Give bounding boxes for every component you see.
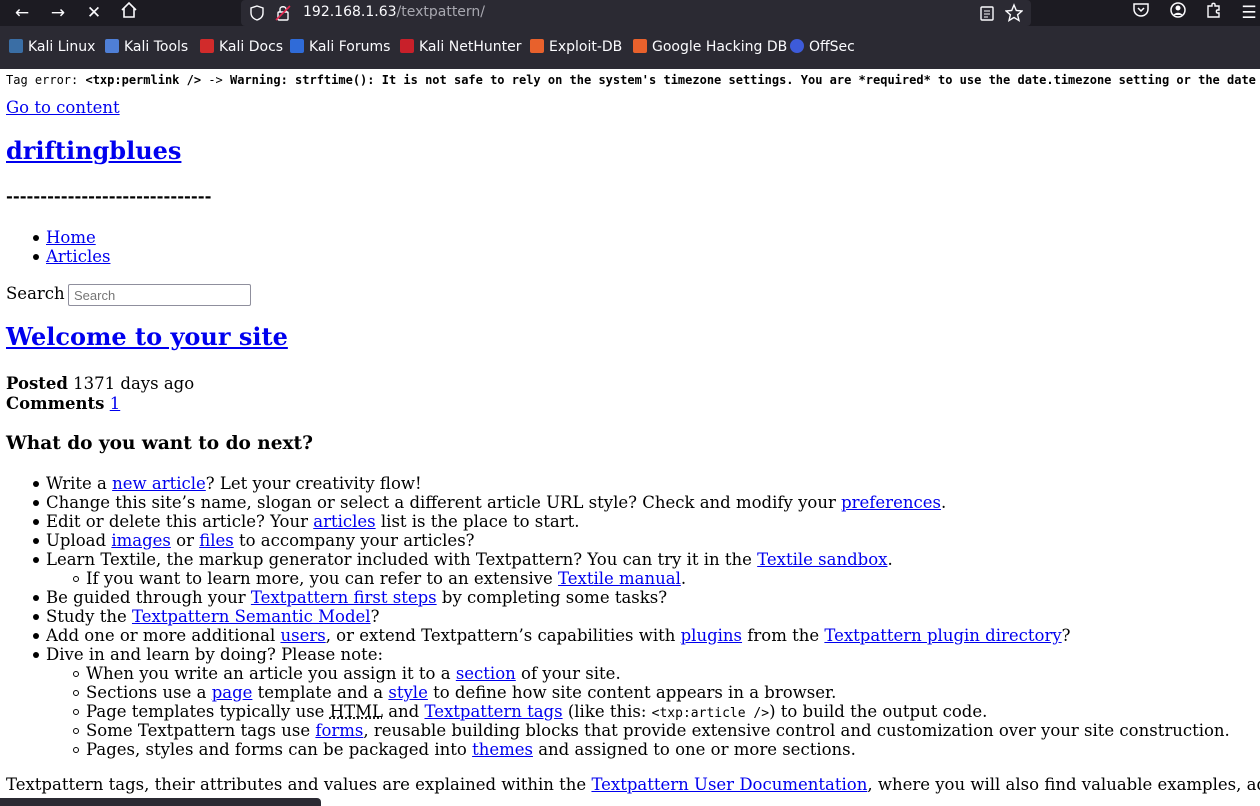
preferences-link[interactable]: preferences (841, 493, 941, 512)
tag-error-message: Tag error: <txp:permlink /> -> Warning: … (6, 73, 1256, 87)
comments-count-link[interactable]: 1 (110, 394, 121, 413)
textile-manual-link[interactable]: Textile manual (558, 569, 681, 588)
list-item: Pages, styles and forms can be packaged … (86, 740, 856, 759)
posted-line: Posted 1371 days ago (6, 374, 194, 393)
list-item: Study the Textpattern Semantic Model? (46, 607, 379, 626)
kali-docs-icon (200, 39, 214, 53)
list-item: Some Textpattern tags use forms, reusabl… (86, 721, 1230, 740)
list-item: Learn Textile, the markup generator incl… (46, 550, 893, 569)
list-item: If you want to learn more, you can refer… (86, 569, 686, 588)
pocket-icon[interactable] (1129, 1, 1153, 25)
plugin-directory-link[interactable]: Textpattern plugin directory (824, 626, 1061, 645)
page-link[interactable]: page (212, 683, 253, 702)
list-item: Upload images or files to accompany your… (46, 531, 475, 550)
bookmark-kali-forums[interactable]: Kali Forums (290, 39, 390, 57)
footer-paragraph: Textpattern tags, their attributes and v… (6, 775, 1260, 794)
skip-to-content-link[interactable]: Go to content (6, 98, 120, 117)
bookmark-exploit-db[interactable]: Exploit-DB (530, 39, 622, 57)
search-label: Search (6, 284, 65, 303)
url-bar[interactable]: 192.168.1.63/textpattern/ (241, 0, 1031, 26)
header-divider: ------------------------------ (6, 187, 211, 206)
stop-loading-icon[interactable]: ✕ (82, 1, 106, 25)
forward-arrow-icon[interactable]: → (46, 1, 70, 25)
themes-link[interactable]: themes (472, 740, 533, 759)
list-item: Sections use a page template and a style… (86, 683, 836, 702)
ghdb-icon (633, 39, 647, 53)
shield-icon[interactable] (249, 4, 265, 22)
bookmark-star-icon[interactable] (1005, 3, 1023, 23)
list-item: Change this site’s name, slogan or selec… (46, 493, 946, 512)
list-item: Page templates typically use HTML and Te… (86, 702, 987, 721)
list-item: Edit or delete this article? Your articl… (46, 512, 579, 531)
reader-view-icon[interactable] (979, 4, 995, 22)
first-steps-link[interactable]: Textpattern first steps (251, 588, 437, 607)
section-link[interactable]: section (456, 664, 516, 683)
kali-dragon-icon (9, 39, 23, 53)
list-item: Dive in and learn by doing? Please note: (46, 645, 383, 664)
extensions-puzzle-icon[interactable] (1202, 1, 1226, 25)
textpattern-tags-link[interactable]: Textpattern tags (424, 702, 562, 721)
search-input[interactable] (68, 284, 251, 306)
user-docs-link[interactable]: Textpattern User Documentation (591, 775, 867, 794)
bookmark-offsec[interactable]: OffSec (790, 39, 855, 57)
bookmark-kali-linux[interactable]: Kali Linux (9, 39, 95, 57)
bookmark-kali-nethunter[interactable]: Kali NetHunter (400, 39, 521, 57)
forms-link[interactable]: forms (315, 721, 363, 740)
next-steps-heading: What do you want to do next? (6, 433, 313, 454)
images-link[interactable]: images (111, 531, 171, 550)
list-item: When you write an article you assign it … (86, 664, 621, 683)
files-link[interactable]: files (199, 531, 234, 550)
article-title-link[interactable]: Welcome to your site (6, 322, 288, 351)
kali-forums-icon (290, 39, 304, 53)
style-link[interactable]: style (388, 683, 427, 702)
url-text[interactable]: 192.168.1.63/textpattern/ (303, 4, 485, 20)
users-link[interactable]: users (280, 626, 325, 645)
insecure-lock-icon[interactable] (275, 4, 291, 22)
comments-line: Comments 1 (6, 394, 120, 413)
browser-toolbar: ← → ✕ 192.168.1.63/textpattern/ ☰ (0, 0, 1260, 26)
code-sample: <txp:article /> (652, 706, 769, 721)
semantic-model-link[interactable]: Textpattern Semantic Model (132, 607, 371, 626)
textile-sandbox-link[interactable]: Textile sandbox (757, 550, 887, 569)
nav-home-link[interactable]: Home (46, 228, 96, 247)
plugins-link[interactable]: plugins (681, 626, 742, 645)
site-title-link[interactable]: driftingblues (6, 136, 181, 165)
kali-tools-icon (105, 39, 119, 53)
bookmark-kali-docs[interactable]: Kali Docs (200, 39, 283, 57)
new-article-link[interactable]: new article (112, 474, 206, 493)
html-abbreviation: HTML (330, 702, 383, 721)
bookmarks-toolbar: Kali Linux Kali Tools Kali Docs Kali For… (0, 26, 1260, 69)
page-content: Tag error: <txp:permlink /> -> Warning: … (0, 69, 1260, 806)
status-bar (0, 798, 321, 806)
back-arrow-icon[interactable]: ← (10, 1, 34, 25)
list-item: Write a new article? Let your creativity… (46, 474, 422, 493)
bookmark-kali-tools[interactable]: Kali Tools (105, 39, 188, 57)
offsec-icon (790, 39, 804, 53)
exploit-db-icon (530, 39, 544, 53)
bookmark-google-hacking-db[interactable]: Google Hacking DB (633, 39, 787, 57)
articles-link[interactable]: articles (313, 512, 375, 531)
account-icon[interactable] (1166, 1, 1190, 25)
list-item: Add one or more additional users, or ext… (46, 626, 1071, 645)
list-item: Be guided through your Textpattern first… (46, 588, 667, 607)
nethunter-icon (400, 39, 414, 53)
nav-articles-link[interactable]: Articles (46, 247, 110, 266)
home-icon[interactable] (117, 1, 141, 25)
hamburger-menu-icon[interactable]: ☰ (1237, 1, 1260, 25)
